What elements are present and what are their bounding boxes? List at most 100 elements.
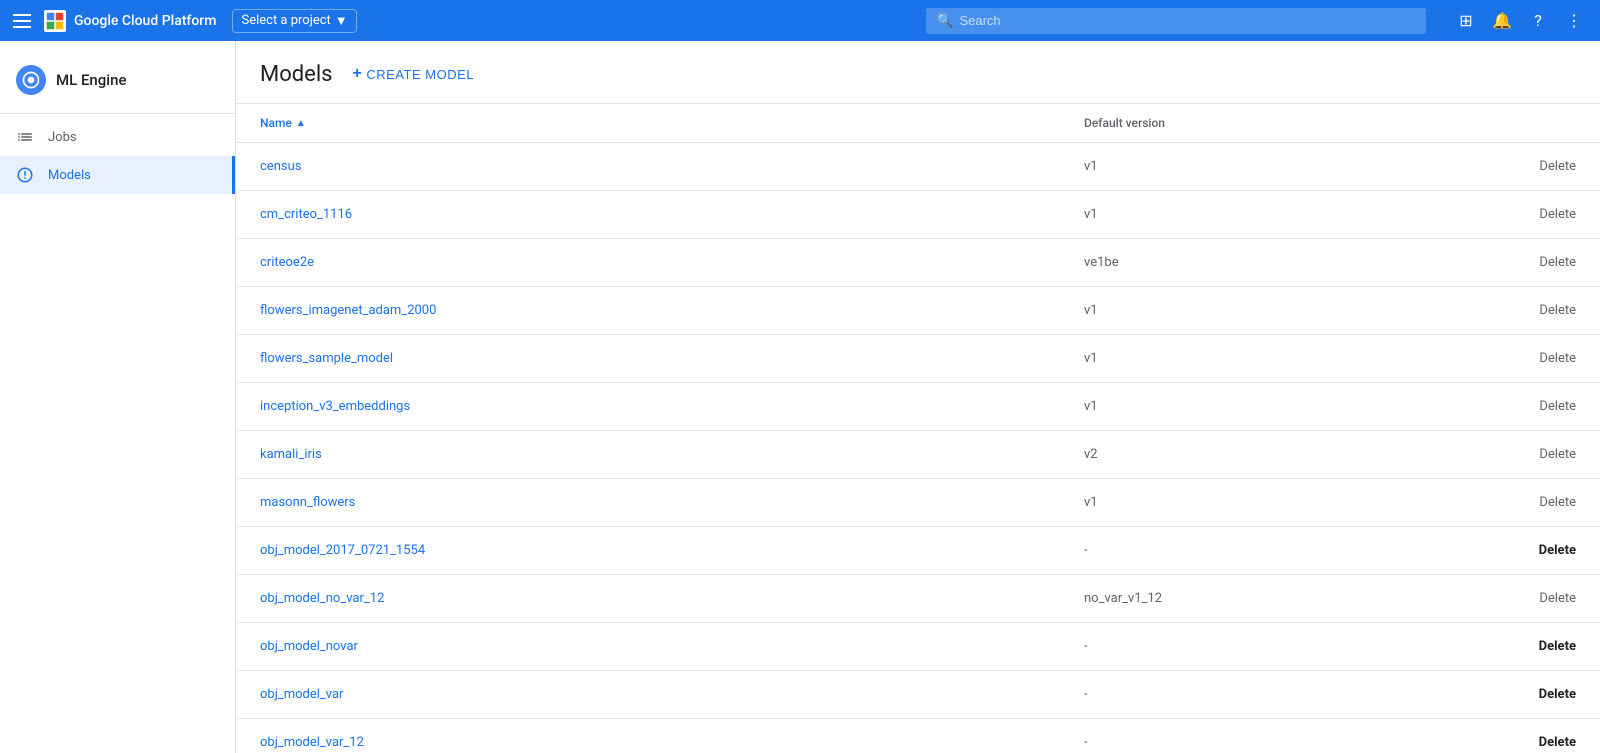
table-row: obj_model_var_12- Delete [236, 719, 1600, 753]
nav-icons: ⊞ 🔔 ? ⋮ [1450, 5, 1590, 37]
ml-engine-icon [16, 65, 46, 95]
plus-icon: + [353, 65, 363, 83]
jobs-label: Jobs [48, 130, 77, 145]
brand-name: Google Cloud Platform [74, 13, 216, 29]
row-version: v1 [1084, 303, 1496, 318]
row-version: - [1084, 639, 1496, 654]
col-header-version: Default version [1084, 116, 1496, 130]
row-name[interactable]: census [260, 159, 1084, 174]
col-header-name[interactable]: Name ▲ [260, 116, 1084, 130]
delete-button[interactable]: Delete [1539, 687, 1576, 702]
row-version: v1 [1084, 399, 1496, 414]
row-action: Delete [1496, 591, 1576, 606]
chevron-down-icon: ▼ [335, 13, 348, 29]
row-version: - [1084, 543, 1496, 558]
delete-button[interactable]: Delete [1539, 255, 1576, 270]
row-version: v1 [1084, 495, 1496, 510]
page-header: Models + CREATE MODEL [236, 41, 1600, 104]
hamburger-menu[interactable] [10, 9, 34, 33]
row-name[interactable]: flowers_sample_model [260, 351, 1084, 366]
row-action: Delete [1496, 735, 1576, 750]
row-version: v1 [1084, 159, 1496, 174]
product-name: ML Engine [56, 71, 126, 89]
row-name[interactable]: obj_model_var_12 [260, 735, 1084, 750]
row-action: Delete [1496, 639, 1576, 654]
row-version: - [1084, 735, 1496, 750]
row-version: ve1be [1084, 255, 1496, 270]
row-action: Delete [1496, 303, 1576, 318]
table-row: obj_model_novar- Delete [236, 623, 1600, 671]
table-header: Name ▲ Default version [236, 104, 1600, 143]
create-model-button[interactable]: + CREATE MODEL [353, 61, 474, 87]
row-action: Delete [1496, 687, 1576, 702]
layout: ML Engine Jobs Models Models [0, 41, 1600, 753]
row-name[interactable]: criteoe2e [260, 255, 1084, 270]
row-name[interactable]: cm_criteo_1116 [260, 207, 1084, 222]
rows-wrapper: censusv1Deletecm_criteo_1116v1Deletecrit… [236, 143, 1600, 753]
delete-button[interactable]: Delete [1539, 495, 1576, 510]
delete-button[interactable]: Delete [1539, 735, 1576, 750]
row-action: Delete [1496, 207, 1576, 222]
delete-button[interactable]: Delete [1539, 543, 1576, 558]
row-name[interactable]: obj_model_no_var_12 [260, 591, 1084, 606]
row-action: Delete [1496, 255, 1576, 270]
row-action: Delete [1496, 495, 1576, 510]
row-action: Delete [1496, 543, 1576, 558]
table-row: criteoe2eve1be Delete [236, 239, 1600, 287]
search-icon: 🔍 [936, 13, 953, 29]
notifications-icon[interactable]: 🔔 [1486, 5, 1518, 37]
brand: Google Cloud Platform [44, 10, 216, 32]
table-row: obj_model_no_var_12no_var_v1_12 Delete [236, 575, 1600, 623]
sidebar: ML Engine Jobs Models [0, 41, 236, 753]
table-container: Name ▲ Default version censusv1Deletecm_… [236, 104, 1600, 753]
row-version: v1 [1084, 207, 1496, 222]
table-row: flowers_sample_modelv1 Delete [236, 335, 1600, 383]
top-nav: Google Cloud Platform Select a project ▼… [0, 0, 1600, 41]
apps-icon[interactable]: ⊞ [1450, 5, 1482, 37]
delete-button[interactable]: Delete [1539, 207, 1576, 222]
row-version: no_var_v1_12 [1084, 591, 1496, 606]
row-name[interactable]: kamali_iris [260, 447, 1084, 462]
row-version: v1 [1084, 351, 1496, 366]
project-selector[interactable]: Select a project ▼ [232, 9, 356, 33]
table-row: obj_model_2017_0721_1554- Delete [236, 527, 1600, 575]
table-row: cm_criteo_1116v1 Delete [236, 191, 1600, 239]
row-version: - [1084, 687, 1496, 702]
search-input[interactable] [959, 13, 1416, 28]
table-row: censusv1 Delete [236, 143, 1600, 191]
delete-button[interactable]: Delete [1539, 303, 1576, 318]
row-version: v2 [1084, 447, 1496, 462]
sidebar-item-jobs[interactable]: Jobs [0, 118, 235, 156]
account-icon[interactable]: ⋮ [1558, 5, 1590, 37]
delete-button[interactable]: Delete [1539, 159, 1576, 174]
models-label: Models [48, 168, 91, 183]
create-model-label: CREATE MODEL [366, 67, 474, 82]
jobs-icon [16, 128, 34, 146]
row-name[interactable]: obj_model_var [260, 687, 1084, 702]
row-action: Delete [1496, 351, 1576, 366]
delete-button[interactable]: Delete [1539, 591, 1576, 606]
row-name[interactable]: obj_model_novar [260, 639, 1084, 654]
table-row: inception_v3_embeddingsv1 Delete [236, 383, 1600, 431]
row-name[interactable]: obj_model_2017_0721_1554 [260, 543, 1084, 558]
table-row: kamali_irisv2 Delete [236, 431, 1600, 479]
row-name[interactable]: flowers_imagenet_adam_2000 [260, 303, 1084, 318]
delete-button[interactable]: Delete [1539, 399, 1576, 414]
sidebar-item-models[interactable]: Models [0, 156, 235, 194]
row-name[interactable]: inception_v3_embeddings [260, 399, 1084, 414]
delete-button[interactable]: Delete [1539, 447, 1576, 462]
delete-button[interactable]: Delete [1539, 639, 1576, 654]
page-title: Models [260, 62, 333, 87]
row-action: Delete [1496, 399, 1576, 414]
main-content: Models + CREATE MODEL Name ▲ Default ver… [236, 41, 1600, 753]
table-row: obj_model_var- Delete [236, 671, 1600, 719]
table-row: masonn_flowersv1 Delete [236, 479, 1600, 527]
sort-asc-icon: ▲ [296, 118, 306, 129]
table-row: flowers_imagenet_adam_2000v1 Delete [236, 287, 1600, 335]
row-action: Delete [1496, 447, 1576, 462]
delete-button[interactable]: Delete [1539, 351, 1576, 366]
row-name[interactable]: masonn_flowers [260, 495, 1084, 510]
search-bar[interactable]: 🔍 [926, 8, 1426, 34]
row-action: Delete [1496, 159, 1576, 174]
help-icon[interactable]: ? [1522, 5, 1554, 37]
